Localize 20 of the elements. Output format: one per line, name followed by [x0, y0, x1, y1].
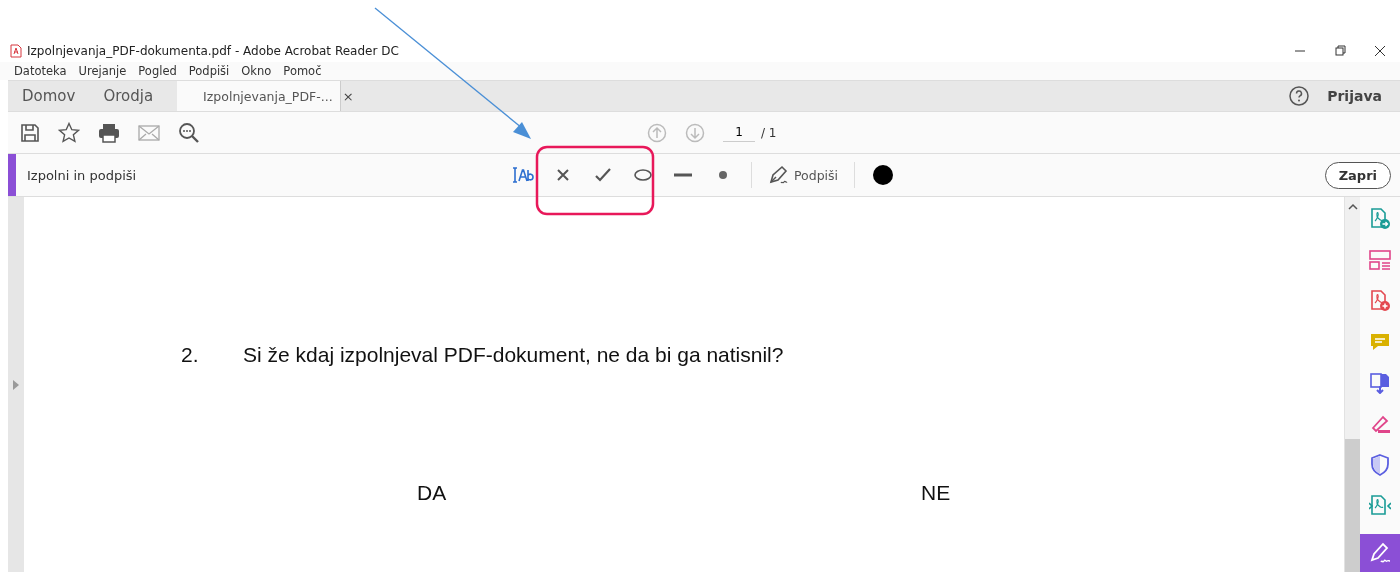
sign-in-link[interactable]: Prijava: [1327, 88, 1382, 104]
tab[interactable]: Orodja: [89, 81, 168, 111]
close-button[interactable]: Zapri: [1324, 161, 1391, 189]
tab-close-button[interactable]: ×: [342, 88, 354, 104]
menu-item[interactable]: Pogled: [132, 64, 183, 78]
page-number-field[interactable]: 1: [723, 123, 755, 142]
menu-item[interactable]: Urejanje: [72, 64, 133, 78]
question-text: Si že kdaj izpolnjeval PDF-dokument, ne da bi ga natisnil?: [243, 343, 784, 367]
menu-item[interactable]: Pomoč: [277, 64, 328, 78]
window-title: Izpolnjevanja_PDF-dokumenta.pdf - Adobe Acrobat Reader DC: [27, 44, 400, 58]
tool-title: Izpolni in podpiši: [27, 167, 138, 183]
menu-item[interactable]: Okno: [235, 64, 278, 78]
menu-item[interactable]: Datoteka: [8, 64, 73, 78]
sign-button[interactable]: Podpiši: [760, 165, 847, 185]
answer-option: DA: [417, 481, 921, 505]
answer-option: NE: [921, 481, 951, 505]
tab[interactable]: Domov: [8, 81, 90, 111]
question-number: 2.: [181, 343, 200, 367]
page-count: / 1: [761, 125, 777, 140]
menu-item[interactable]: Podpiši: [182, 64, 236, 78]
